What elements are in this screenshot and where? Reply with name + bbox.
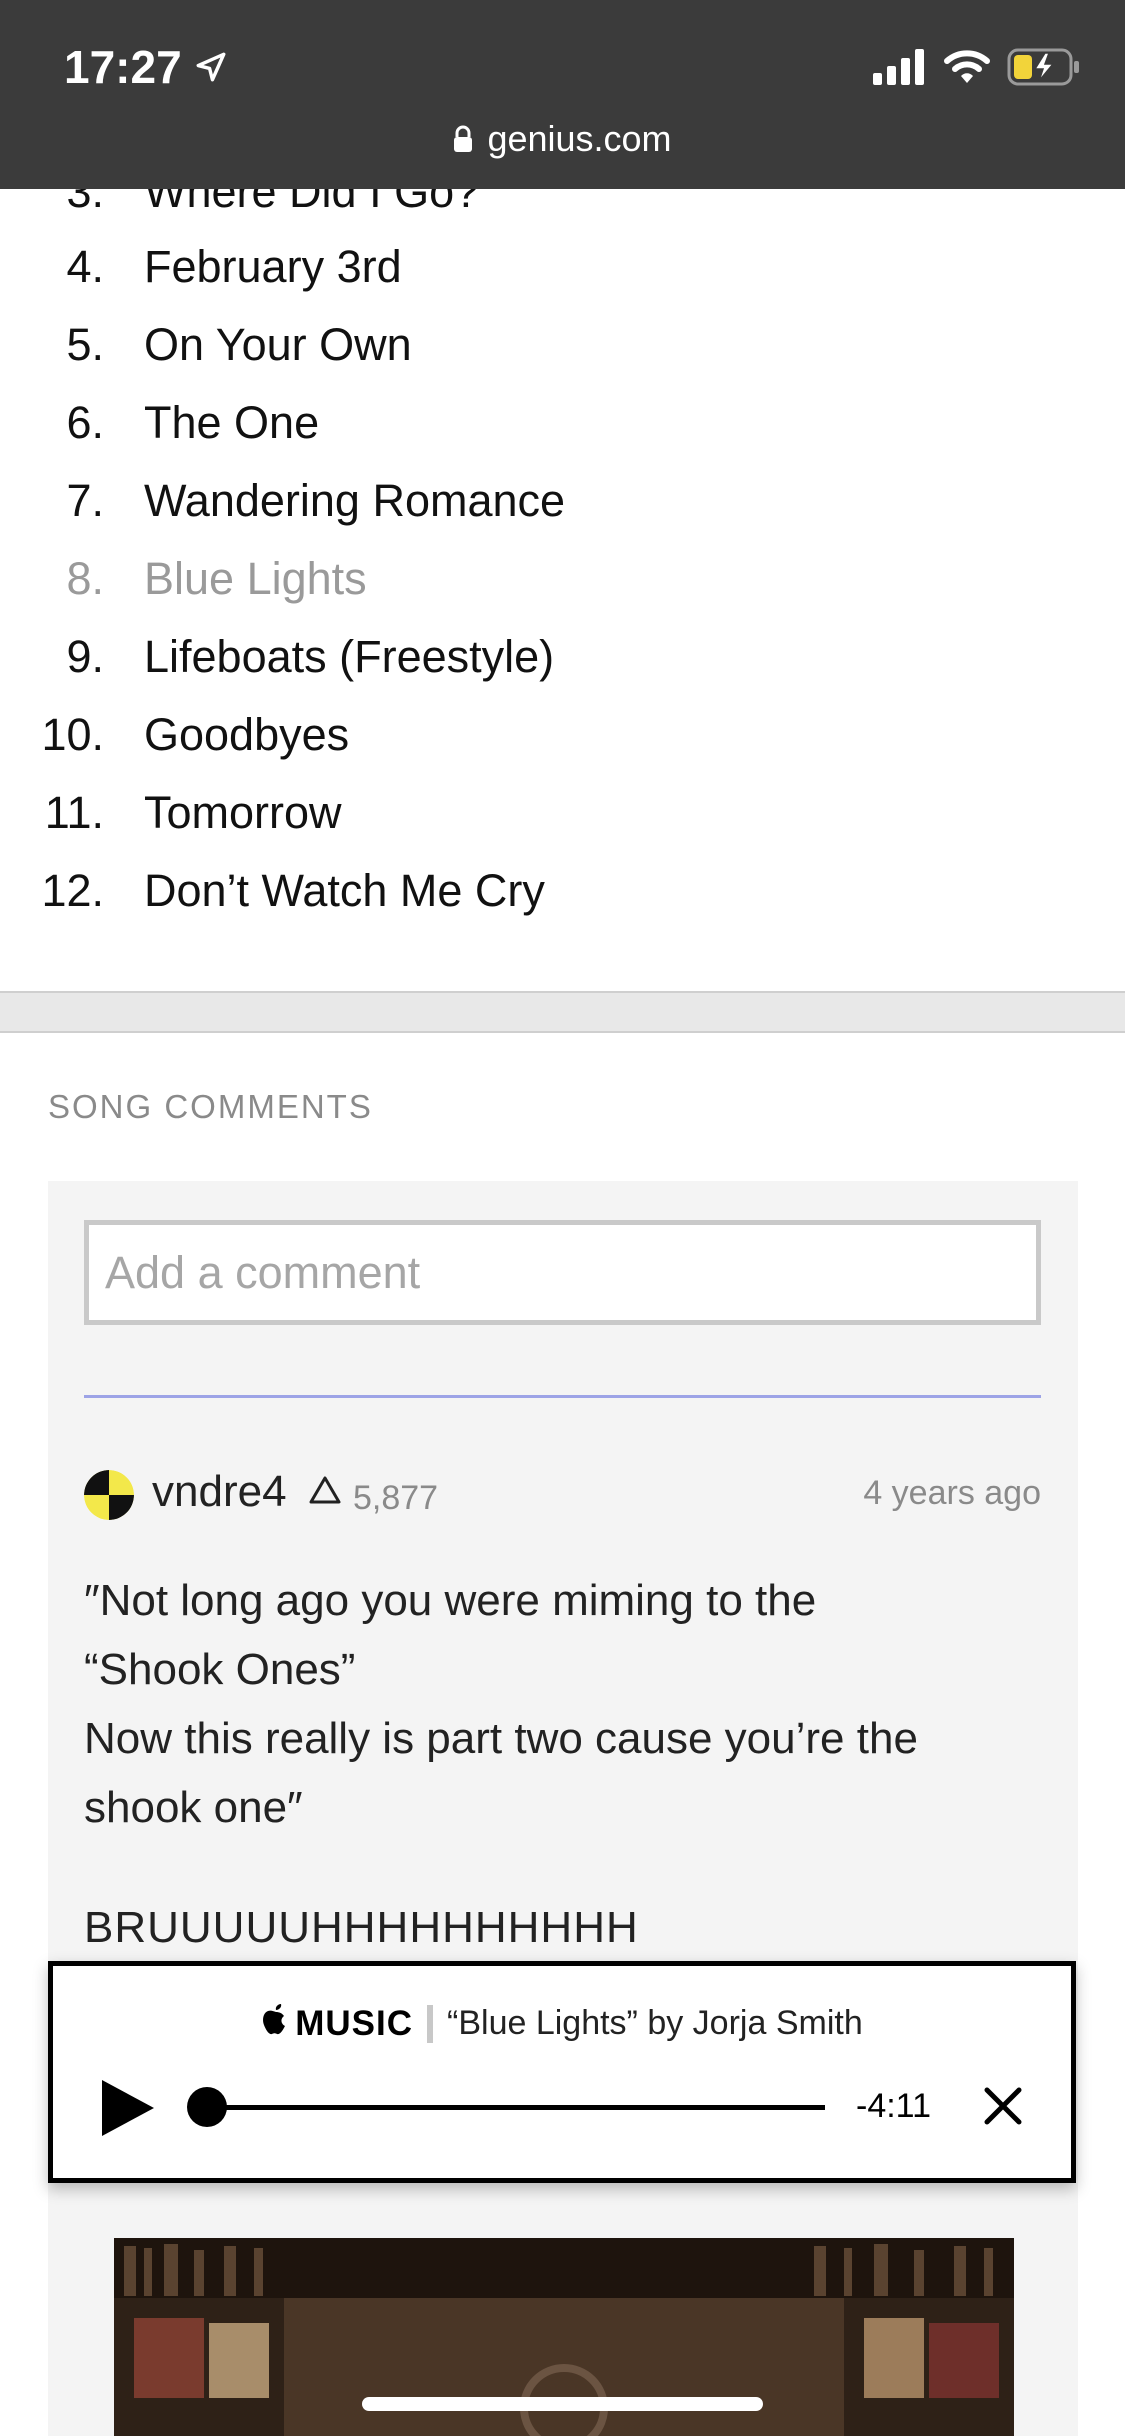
track-number: 8. (66, 553, 104, 604)
user-iq: 5,877 (353, 1479, 439, 1517)
comment-line: Now this really is part two cause you’re… (84, 1714, 918, 1763)
avatar-image (84, 1470, 134, 1520)
track-number: 7. (66, 475, 104, 526)
player-header: MUSIC “Blue Lights” by Jorja Smith (53, 2002, 1071, 2045)
location-arrow-icon (196, 52, 226, 82)
track-number: 10. (41, 709, 104, 760)
music-player: MUSIC “Blue Lights” by Jorja Smith -4:11 (48, 1961, 1076, 2183)
track-number: 5. (66, 319, 104, 370)
track-item[interactable]: 5. On Your Own (0, 306, 412, 384)
track-title: On Your Own (144, 319, 412, 370)
comment-line: “Shook Ones” (84, 1645, 356, 1694)
address-bar[interactable]: genius.com (0, 118, 1125, 160)
play-button[interactable] (98, 2078, 158, 2138)
comment-separator (84, 1395, 1041, 1398)
progress-scrubber[interactable] (187, 2087, 227, 2127)
track-number: 6. (66, 397, 104, 448)
avatar[interactable] (84, 1470, 134, 1520)
track-item[interactable]: 6. The One (0, 384, 319, 462)
track-item[interactable]: 8. Blue Lights (0, 540, 367, 618)
cellular-signal-icon (873, 49, 924, 85)
apple-music-label: MUSIC (295, 2003, 414, 2043)
status-time: 17:27 (64, 40, 228, 94)
track-item[interactable]: 10. Goodbyes (0, 696, 349, 774)
track-title: Lifeboats (Freestyle) (144, 631, 555, 682)
track-item[interactable]: 4. February 3rd (0, 228, 402, 306)
comment-body: ″Not long ago you were miming to the “Sh… (84, 1566, 1044, 1842)
now-playing-title: “Blue Lights” by Jorja Smith (447, 2004, 863, 2042)
section-divider (0, 991, 1125, 1033)
track-item[interactable]: 11. Tomorrow (0, 774, 342, 852)
lock-icon (454, 125, 473, 152)
comment-username[interactable]: vndre4 (152, 1467, 287, 1517)
track-title: Wandering Romance (144, 475, 566, 526)
comment-line: shook one″ (84, 1783, 303, 1832)
iq-triangle-icon (309, 1476, 341, 1504)
play-icon (102, 2080, 154, 2136)
track-title: Don’t Watch Me Cry (144, 865, 545, 916)
progress-track[interactable] (201, 2105, 825, 2110)
song-comments-heading: SONG COMMENTS (48, 1088, 373, 1125)
track-number: 12. (41, 865, 104, 916)
comment-line: BRUUUUUHHHHHHHHHH (84, 1903, 639, 1952)
track-number: 3. (66, 189, 104, 217)
comment-line: ″Not long ago you were miming to the (84, 1576, 817, 1625)
track-item[interactable]: 9. Lifeboats (Freestyle) (0, 618, 554, 696)
time-remaining: -4:11 (856, 2087, 931, 2125)
track-title: Blue Lights (144, 553, 367, 604)
add-comment-placeholder: Add a comment (105, 1246, 421, 1298)
apple-logo-icon (261, 2002, 291, 2045)
url-text: genius.com (487, 118, 672, 159)
wifi-icon (944, 50, 990, 83)
status-icons (873, 48, 1081, 86)
track-number: 9. (66, 631, 104, 682)
close-icon (984, 2087, 1022, 2125)
battery-charging-icon (1007, 48, 1079, 86)
album-tracklist: 3. Where Did I Go? 4. February 3rd 5. On Yo… (0, 189, 1125, 994)
track-number: 4. (66, 241, 104, 292)
track-item-partial[interactable]: 3. Where Did I Go? (0, 189, 479, 231)
track-title: Goodbyes (144, 709, 350, 760)
comment-timestamp: 4 years ago (863, 1474, 1041, 1512)
track-title: Where Did I Go? (144, 189, 480, 217)
home-indicator[interactable] (362, 2397, 763, 2411)
track-title: The One (144, 397, 320, 448)
track-title: Tomorrow (144, 787, 342, 838)
close-player-button[interactable] (983, 2086, 1023, 2126)
track-number: 11. (44, 787, 104, 838)
track-item[interactable]: 7. Wandering Romance (0, 462, 565, 540)
add-comment-input[interactable]: Add a comment (84, 1220, 1041, 1325)
status-time-text: 17:27 (64, 41, 182, 93)
header-separator (427, 2004, 434, 2043)
track-item[interactable]: 12. Don’t Watch Me Cry (0, 852, 545, 930)
track-title: February 3rd (144, 241, 402, 292)
browser-top-bar: 17:27 genius.com (0, 0, 1125, 189)
